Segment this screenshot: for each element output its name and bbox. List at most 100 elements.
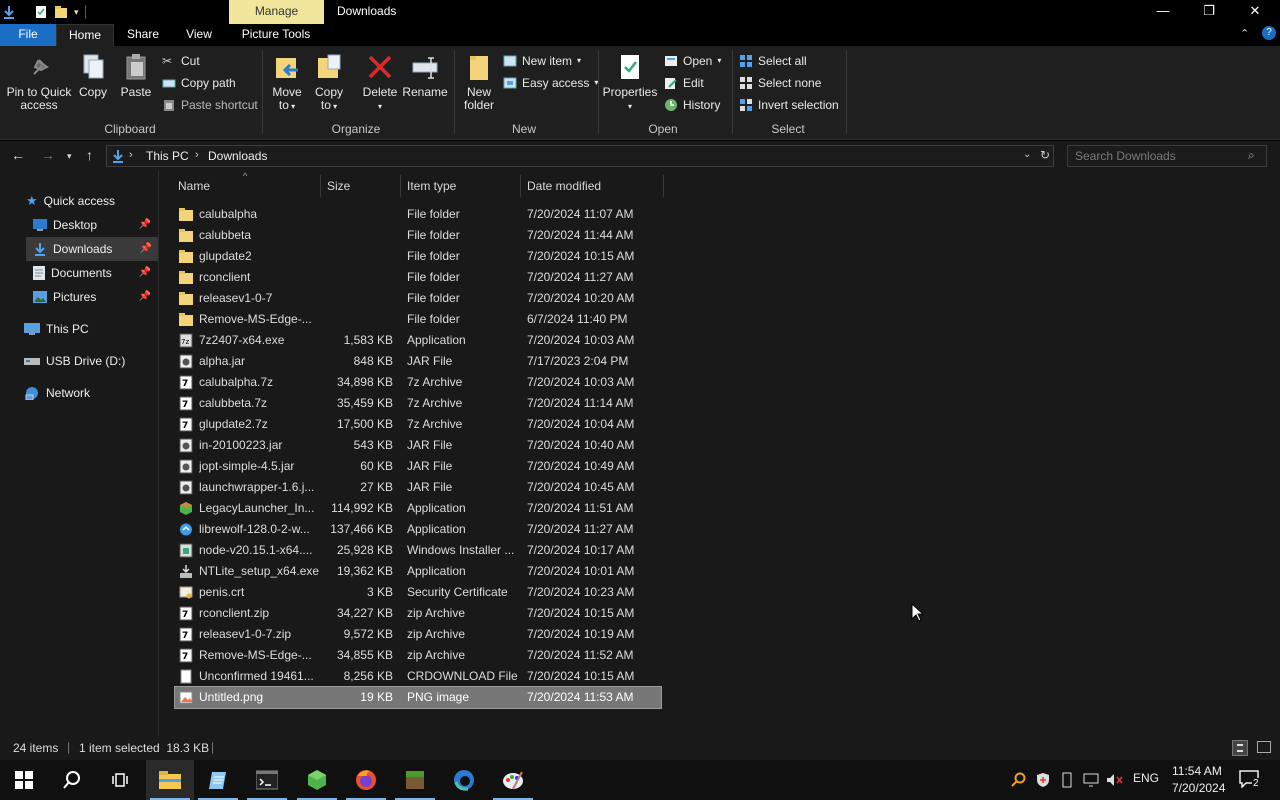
tab-share[interactable]: Share [122, 24, 164, 46]
copy-button[interactable]: Copy [76, 52, 110, 99]
refresh-icon[interactable]: ↻ [1040, 148, 1050, 162]
sidebar-item-usb-drive[interactable]: USB Drive (D:) [24, 349, 154, 373]
tab-home[interactable]: Home [56, 24, 114, 46]
security-shield-icon[interactable] [1035, 772, 1051, 788]
move-to-button[interactable]: Move to ▾ [270, 52, 304, 113]
file-row[interactable]: Unconfirmed 19461... 8,256 KB CRDOWNLOAD F… [175, 666, 661, 687]
sidebar-item-desktop[interactable]: Desktop 📌 [33, 213, 157, 237]
file-row[interactable]: 7 releasev1-0-7.zip 9,572 KB zip Archive 7/2… [175, 624, 661, 645]
search-icon[interactable]: ⌕ [1248, 148, 1255, 163]
details-view-icon[interactable] [1232, 740, 1248, 756]
file-row[interactable]: node-v20.15.1-x64.... 25,928 KB Windows In… [175, 540, 661, 561]
copy-path-button[interactable]: Copy path [162, 74, 236, 92]
address-dropdown-chevron-icon[interactable]: ⌄ [1023, 149, 1031, 160]
file-row[interactable]: glupdate2 File folder 7/20/2024 10:15 AM [175, 246, 661, 267]
help-icon[interactable]: ? [1262, 26, 1276, 40]
file-row[interactable]: penis.crt 3 KB Security Certificate 7/20/20… [175, 582, 661, 603]
taskbar-notepad[interactable] [194, 760, 242, 800]
edit-button[interactable]: Edit [664, 74, 704, 92]
paste-shortcut-button[interactable]: Paste shortcut [162, 96, 258, 114]
file-row[interactable]: calubalpha File folder 7/20/2024 11:07 AM [175, 204, 661, 225]
notification-center-icon[interactable]: 2 [1239, 770, 1260, 790]
file-row[interactable]: librewolf-128.0-2-w... 137,466 KB Applicat… [175, 519, 661, 540]
file-row[interactable]: releasev1-0-7 File folder 7/20/2024 10:20 … [175, 288, 661, 309]
file-row[interactable]: Remove-MS-Edge-... File folder 6/7/2024 11… [175, 309, 661, 330]
pin-to-quick-access-button[interactable]: Pin to Quick access [6, 52, 72, 112]
select-none-button[interactable]: Select none [739, 74, 821, 92]
clock-date[interactable]: 7/20/2024 [1172, 781, 1225, 795]
sidebar-item-network[interactable]: Network [24, 381, 154, 405]
search-box[interactable]: ⌕ [1067, 145, 1267, 167]
breadcrumb-separator[interactable]: › [195, 149, 199, 161]
taskbar-terminal[interactable] [243, 760, 291, 800]
taskbar-minecraft[interactable] [391, 760, 439, 800]
file-row[interactable]: 7z 7z2407-x64.exe 1,583 KB Application 7/20/… [175, 330, 661, 351]
recent-locations-chevron-icon[interactable]: ▾ [67, 151, 72, 162]
close-button[interactable]: ✕ [1232, 0, 1278, 24]
minimize-button[interactable]: — [1140, 0, 1186, 24]
restore-button[interactable]: ❐ [1186, 0, 1232, 24]
file-row[interactable]: rconclient File folder 7/20/2024 11:27 AM [175, 267, 661, 288]
breadcrumb-separator[interactable]: › [129, 149, 133, 161]
sidebar-item-pictures[interactable]: Pictures 📌 [33, 285, 157, 309]
history-button[interactable]: History [664, 96, 720, 114]
usb-eject-icon[interactable] [1060, 772, 1074, 788]
easy-access-button[interactable]: Easy access ▾ [503, 74, 598, 92]
new-folder-button[interactable]: New folder [460, 52, 498, 112]
taskbar-edge[interactable] [440, 760, 488, 800]
tab-view[interactable]: View [178, 24, 220, 46]
file-row[interactable]: in-20100223.jar 543 KB JAR File 7/20/2024 1… [175, 435, 661, 456]
sidebar-item-quick-access[interactable]: ★ Quick access [26, 189, 156, 213]
back-arrow-icon[interactable]: ← [11, 147, 25, 163]
column-header-item-type[interactable]: Item type [401, 175, 521, 197]
file-row[interactable]: calubbeta File folder 7/20/2024 11:44 AM [175, 225, 661, 246]
new-folder-qat-icon[interactable] [54, 5, 68, 19]
forward-arrow-icon[interactable]: → [41, 147, 55, 163]
taskbar-file-explorer[interactable] [146, 760, 194, 800]
breadcrumb-downloads[interactable]: Downloads [208, 149, 267, 163]
volume-muted-icon[interactable] [1106, 773, 1124, 787]
taskbar-paint[interactable] [489, 760, 537, 800]
new-item-button[interactable]: New item ▾ [503, 52, 581, 70]
file-row[interactable]: jopt-simple-4.5.jar 60 KB JAR File 7/20/202… [175, 456, 661, 477]
rename-button[interactable]: Rename [402, 52, 448, 99]
file-row[interactable]: LegacyLauncher_In... 114,992 KB Applicatio… [175, 498, 661, 519]
file-row[interactable]: 7 rconclient.zip 34,227 KB zip Archive 7/20/… [175, 603, 661, 624]
invert-selection-button[interactable]: Invert selection [739, 96, 839, 114]
column-header-size[interactable]: Size [321, 175, 401, 197]
file-row[interactable]: 7 glupdate2.7z 17,500 KB 7z Archive 7/20/202… [175, 414, 661, 435]
file-row[interactable]: Untitled.png 19 KB PNG image 7/20/2024 11:5… [174, 686, 662, 709]
qat-dropdown-icon[interactable]: ▾ [74, 7, 79, 18]
paste-button[interactable]: Paste [118, 52, 154, 99]
task-view-button[interactable] [96, 760, 144, 800]
file-row[interactable]: 7 Remove-MS-Edge-... 34,855 KB zip Archive 7… [175, 645, 661, 666]
search-taskbar-button[interactable] [48, 760, 96, 800]
select-all-button[interactable]: Select all [739, 52, 807, 70]
sidebar-item-documents[interactable]: Documents 📌 [33, 261, 157, 285]
search-input[interactable] [1068, 146, 1238, 166]
taskbar-minecraft-launcher[interactable] [293, 760, 341, 800]
column-header-name[interactable]: Name [172, 175, 321, 197]
manage-contextual-tab[interactable]: Manage [229, 0, 324, 24]
file-row[interactable]: 7 calubbeta.7z 35,459 KB 7z Archive 7/20/202… [175, 393, 661, 414]
language-indicator[interactable]: ENG [1133, 771, 1159, 785]
tab-picture-tools[interactable]: Picture Tools [236, 24, 316, 46]
copy-to-button[interactable]: Copy to ▾ [312, 52, 346, 113]
search-tray-icon[interactable] [1010, 772, 1026, 788]
cut-button[interactable]: ✂ Cut [162, 52, 200, 70]
clock-time[interactable]: 11:54 AM [1172, 764, 1222, 778]
start-button[interactable] [0, 760, 48, 800]
sidebar-item-this-pc[interactable]: This PC [24, 317, 154, 341]
large-icons-view-icon[interactable] [1257, 741, 1271, 753]
file-row[interactable]: NTLite_setup_x64.exe 19,362 KB Application… [175, 561, 661, 582]
up-arrow-icon[interactable]: ↑ [86, 147, 93, 163]
file-row[interactable]: alpha.jar 848 KB JAR File 7/17/2023 2:04 PM [175, 351, 661, 372]
taskbar-firefox[interactable] [342, 760, 390, 800]
collapse-ribbon-icon[interactable]: ⌃ [1240, 27, 1249, 40]
address-bar[interactable]: › This PC › Downloads ⌄ ↻ [106, 145, 1054, 167]
sidebar-item-downloads[interactable]: Downloads 📌 [26, 237, 158, 261]
delete-button[interactable]: Delete ▾ [360, 52, 400, 113]
network-tray-icon[interactable] [1083, 773, 1099, 787]
open-button[interactable]: Open ▾ [664, 52, 721, 70]
column-header-date-modified[interactable]: Date modified [521, 175, 664, 197]
